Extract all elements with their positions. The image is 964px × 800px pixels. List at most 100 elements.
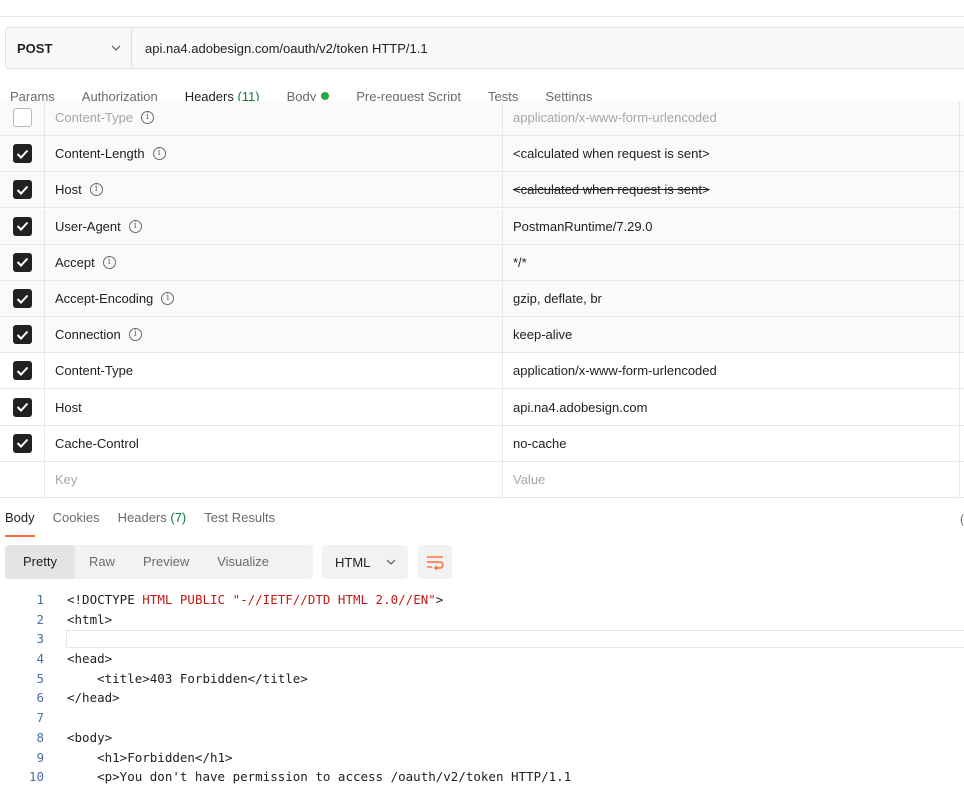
header-key-cell[interactable]: Host i (45, 172, 503, 208)
header-value-cell[interactable]: gzip, deflate, br (503, 281, 960, 316)
view-visualize-button[interactable]: Visualize (203, 545, 283, 579)
header-key: Host (55, 399, 82, 415)
code-line: 7 (0, 708, 964, 728)
code-text: <head> (67, 651, 113, 667)
line-number: 4 (36, 651, 44, 667)
info-icon[interactable]: i (102, 255, 116, 269)
header-key-cell[interactable]: User-Agent i (45, 208, 503, 244)
header-value-cell[interactable]: */* (503, 244, 960, 280)
tab-response-headers[interactable]: Headers (7) (118, 507, 187, 537)
tab-label: Cookies (52, 510, 100, 525)
header-enabled-checkbox[interactable] (12, 433, 32, 453)
code-text: <!DOCTYPE HTML PUBLIC "-//IETF//DTD HTML… (67, 592, 444, 607)
method-label: POST (17, 40, 53, 56)
headers-table: Content-Type i application/x-www-form-urle… (0, 101, 964, 499)
header-key: Content-Length (55, 146, 145, 162)
code-text: <h1>Forbidden</h1> (67, 749, 233, 765)
header-value: */* (513, 254, 527, 270)
view-mode-group: Pretty Raw Preview Visualize (5, 545, 313, 579)
info-icon[interactable]: i (128, 219, 142, 233)
tab-label: Headers (117, 510, 167, 525)
header-enabled-cell (0, 389, 45, 425)
header-enabled-checkbox[interactable] (12, 325, 32, 345)
header-value: api.na4.adobesign.com (513, 399, 648, 415)
response-tabs: Body Cookies Headers (7) Test Results (0, 507, 288, 537)
header-value-cell[interactable]: no-cache (503, 425, 960, 461)
header-enabled-checkbox[interactable] (12, 361, 32, 381)
header-key-cell[interactable]: Connection i (45, 317, 503, 353)
url-input[interactable]: api.na4.adobesign.com/oauth/v2/token HTT… (132, 28, 428, 68)
info-icon[interactable]: i (161, 292, 175, 305)
header-row: User-Agent i PostmanRuntime/7.29.0 (0, 208, 964, 245)
header-enabled-checkbox[interactable] (12, 289, 32, 308)
view-preview-button[interactable]: Preview (129, 545, 203, 579)
info-icon[interactable]: i (89, 183, 103, 197)
header-enabled-cell (0, 353, 45, 389)
header-enabled-cell (0, 172, 45, 208)
language-select[interactable]: HTML (322, 545, 408, 579)
header-row: Cache-Control no-cache (0, 425, 964, 462)
header-key: Content-Type (55, 363, 134, 379)
header-value-cell[interactable]: <calculated when request is sent> (503, 172, 960, 208)
tab-label: Test Results (204, 510, 276, 525)
header-enabled-checkbox[interactable] (12, 397, 32, 417)
header-enabled-checkbox[interactable] (12, 144, 32, 164)
response-code-view: 1 <!DOCTYPE HTML PUBLIC "-//IETF//DTD HTM… (0, 590, 964, 787)
header-value: <calculated when request is sent> (513, 146, 710, 162)
header-key: Cache-Control (55, 435, 139, 451)
view-raw-button[interactable]: Raw (75, 545, 129, 579)
tab-test-results[interactable]: Test Results (204, 507, 275, 537)
header-key-cell[interactable]: Content-Type (45, 353, 503, 389)
method-select[interactable]: POST (6, 28, 132, 68)
header-value-cell[interactable]: <calculated when request is sent> (503, 136, 960, 172)
code-text: <p>You don't have permission to access /… (67, 769, 572, 785)
code-line: 9 <h1>Forbidden</h1> (0, 748, 964, 768)
header-key-cell[interactable]: Content-Length i (45, 136, 503, 172)
edge-mark: ( (960, 512, 964, 526)
code-text: <body> (67, 729, 113, 745)
header-enabled-checkbox[interactable] (12, 216, 32, 236)
header-value-cell[interactable]: api.na4.adobesign.com (503, 389, 960, 425)
chevron-down-icon (386, 559, 396, 565)
header-value-cell[interactable]: application/x-www-form-urlencoded (503, 101, 960, 135)
header-enabled-checkbox[interactable] (12, 108, 32, 127)
info-icon[interactable]: i (128, 328, 142, 342)
info-icon[interactable]: i (141, 111, 155, 124)
code-line: 4 <head> (0, 649, 964, 669)
view-pretty-button[interactable]: Pretty (5, 545, 75, 579)
header-value: application/x-www-form-urlencoded (513, 110, 717, 125)
tab-response-cookies[interactable]: Cookies (53, 507, 100, 537)
header-key-cell[interactable]: Cache-Control (45, 425, 503, 461)
new-header-value-input[interactable]: Value (503, 462, 960, 497)
header-value-cell[interactable]: keep-alive (503, 317, 960, 353)
tab-response-body[interactable]: Body (5, 507, 35, 537)
header-value-cell[interactable]: application/x-www-form-urlencoded (503, 353, 960, 389)
header-value: application/x-www-form-urlencoded (513, 363, 717, 379)
code-text: <html> (67, 611, 113, 627)
header-value: <calculated when request is sent> (513, 182, 710, 198)
header-key-cell[interactable]: Accept-Encoding i (45, 281, 503, 316)
body-indicator-dot (321, 92, 330, 100)
code-text: <title>403 Forbidden</title> (67, 670, 308, 686)
header-enabled-checkbox[interactable] (12, 180, 32, 200)
value-placeholder: Value (513, 472, 546, 487)
header-value: PostmanRuntime/7.29.0 (513, 218, 653, 234)
line-number: 9 (36, 749, 44, 765)
header-row: Host i <calculated when request is sent> (0, 172, 964, 209)
language-label: HTML (335, 554, 371, 570)
code-text: </head> (67, 690, 120, 706)
header-enabled-cell (0, 136, 45, 172)
header-enabled-checkbox[interactable] (12, 252, 32, 272)
tab-label: Body (5, 510, 35, 525)
header-key-cell[interactable]: Accept i (45, 244, 503, 280)
header-key: Accept-Encoding (55, 291, 154, 306)
line-number: 8 (36, 729, 44, 745)
header-value: gzip, deflate, br (513, 291, 602, 306)
info-icon[interactable]: i (152, 147, 166, 161)
header-key-cell[interactable]: Host (45, 389, 503, 425)
line-number: 3 (36, 631, 44, 647)
header-key-cell[interactable]: Content-Type i (45, 101, 503, 135)
new-header-key-input[interactable]: Key (45, 462, 503, 497)
header-value-cell[interactable]: PostmanRuntime/7.29.0 (503, 208, 960, 244)
wrap-lines-button[interactable] (418, 545, 452, 579)
